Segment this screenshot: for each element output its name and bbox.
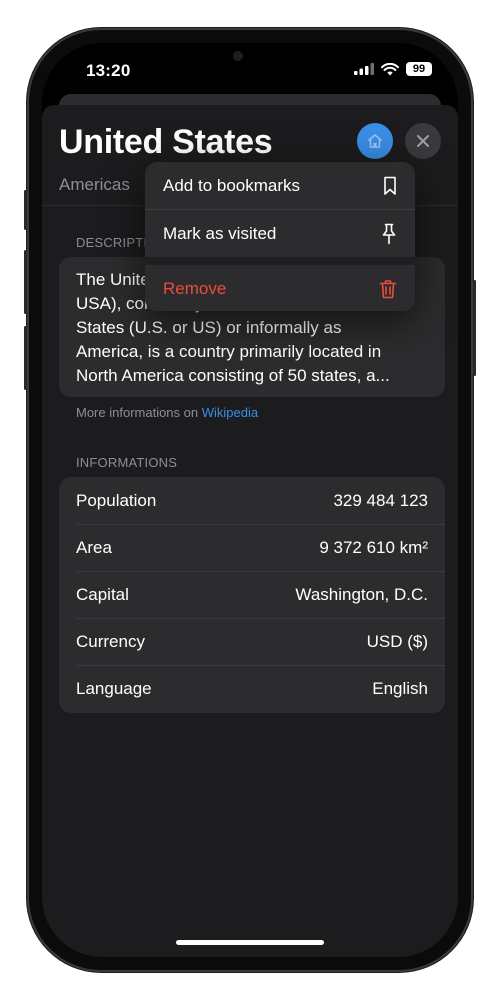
status-time: 13:20 bbox=[86, 61, 131, 80]
pin-icon bbox=[382, 223, 396, 244]
close-button[interactable] bbox=[405, 123, 441, 159]
cellular-signal-icon bbox=[354, 63, 374, 75]
battery-indicator: 99 bbox=[406, 62, 432, 76]
info-label: Currency bbox=[76, 631, 145, 651]
menu-item-label: Add to bookmarks bbox=[163, 175, 301, 195]
menu-item-remove[interactable]: Remove bbox=[145, 265, 415, 311]
bookmark-icon bbox=[384, 176, 396, 195]
menu-item-label: Mark as visited bbox=[163, 223, 277, 243]
info-label: Area bbox=[76, 537, 112, 557]
house-icon bbox=[368, 134, 382, 148]
info-row-currency: Currency USD ($) bbox=[59, 618, 445, 665]
context-menu: Add to bookmarks Mark as visited Remove bbox=[145, 162, 415, 311]
informations-card: Population 329 484 123 Area 9 372 610 km… bbox=[59, 477, 445, 713]
menu-item-label: Remove bbox=[163, 278, 227, 298]
info-value: Washington, D.C. bbox=[295, 584, 428, 604]
info-row-capital: Capital Washington, D.C. bbox=[59, 571, 445, 618]
menu-item-add-to-bookmarks[interactable]: Add to bookmarks bbox=[145, 162, 415, 209]
info-row-population: Population 329 484 123 bbox=[59, 477, 445, 524]
detail-sheet: United States Americas DESCRIPTION The U… bbox=[42, 105, 458, 957]
info-value: USD ($) bbox=[366, 631, 428, 651]
informations-header: INFORMATIONS bbox=[76, 455, 178, 470]
home-indicator[interactable] bbox=[176, 940, 324, 945]
front-camera bbox=[233, 51, 243, 61]
wikipedia-link[interactable]: Wikipedia bbox=[202, 405, 258, 420]
home-button[interactable] bbox=[357, 123, 393, 159]
side-button-volume-up bbox=[24, 250, 27, 314]
page-title: United States bbox=[59, 123, 273, 161]
screen: 13:20 99 United States Americas DESCRIPT… bbox=[42, 43, 458, 957]
menu-group-gap bbox=[145, 257, 415, 265]
info-value: 329 484 123 bbox=[333, 490, 428, 510]
description-line: North America consisting of 50 states, a… bbox=[76, 366, 390, 385]
wifi-icon bbox=[381, 62, 399, 75]
description-line: America, is a country primarily located … bbox=[76, 342, 382, 361]
info-label: Language bbox=[76, 678, 152, 698]
side-button-volume-down bbox=[24, 326, 27, 390]
info-label: Capital bbox=[76, 584, 129, 604]
close-icon bbox=[417, 135, 429, 147]
page-subtitle: Americas bbox=[59, 175, 130, 194]
info-row-language: Language English bbox=[59, 665, 445, 712]
status-icons: 99 bbox=[354, 62, 432, 76]
description-line: States (U.S. or US) or informally as bbox=[76, 318, 342, 337]
trash-icon bbox=[379, 279, 397, 298]
info-row-area: Area 9 372 610 km² bbox=[59, 524, 445, 571]
more-info-text: More informations on bbox=[76, 405, 199, 420]
info-value: 9 372 610 km² bbox=[319, 537, 428, 557]
more-info-line: More informations on Wikipedia bbox=[76, 405, 258, 420]
info-value: English bbox=[372, 678, 428, 698]
side-button-power bbox=[473, 280, 476, 376]
side-button-action bbox=[24, 190, 27, 230]
menu-item-mark-as-visited[interactable]: Mark as visited bbox=[145, 210, 415, 257]
info-label: Population bbox=[76, 490, 157, 510]
